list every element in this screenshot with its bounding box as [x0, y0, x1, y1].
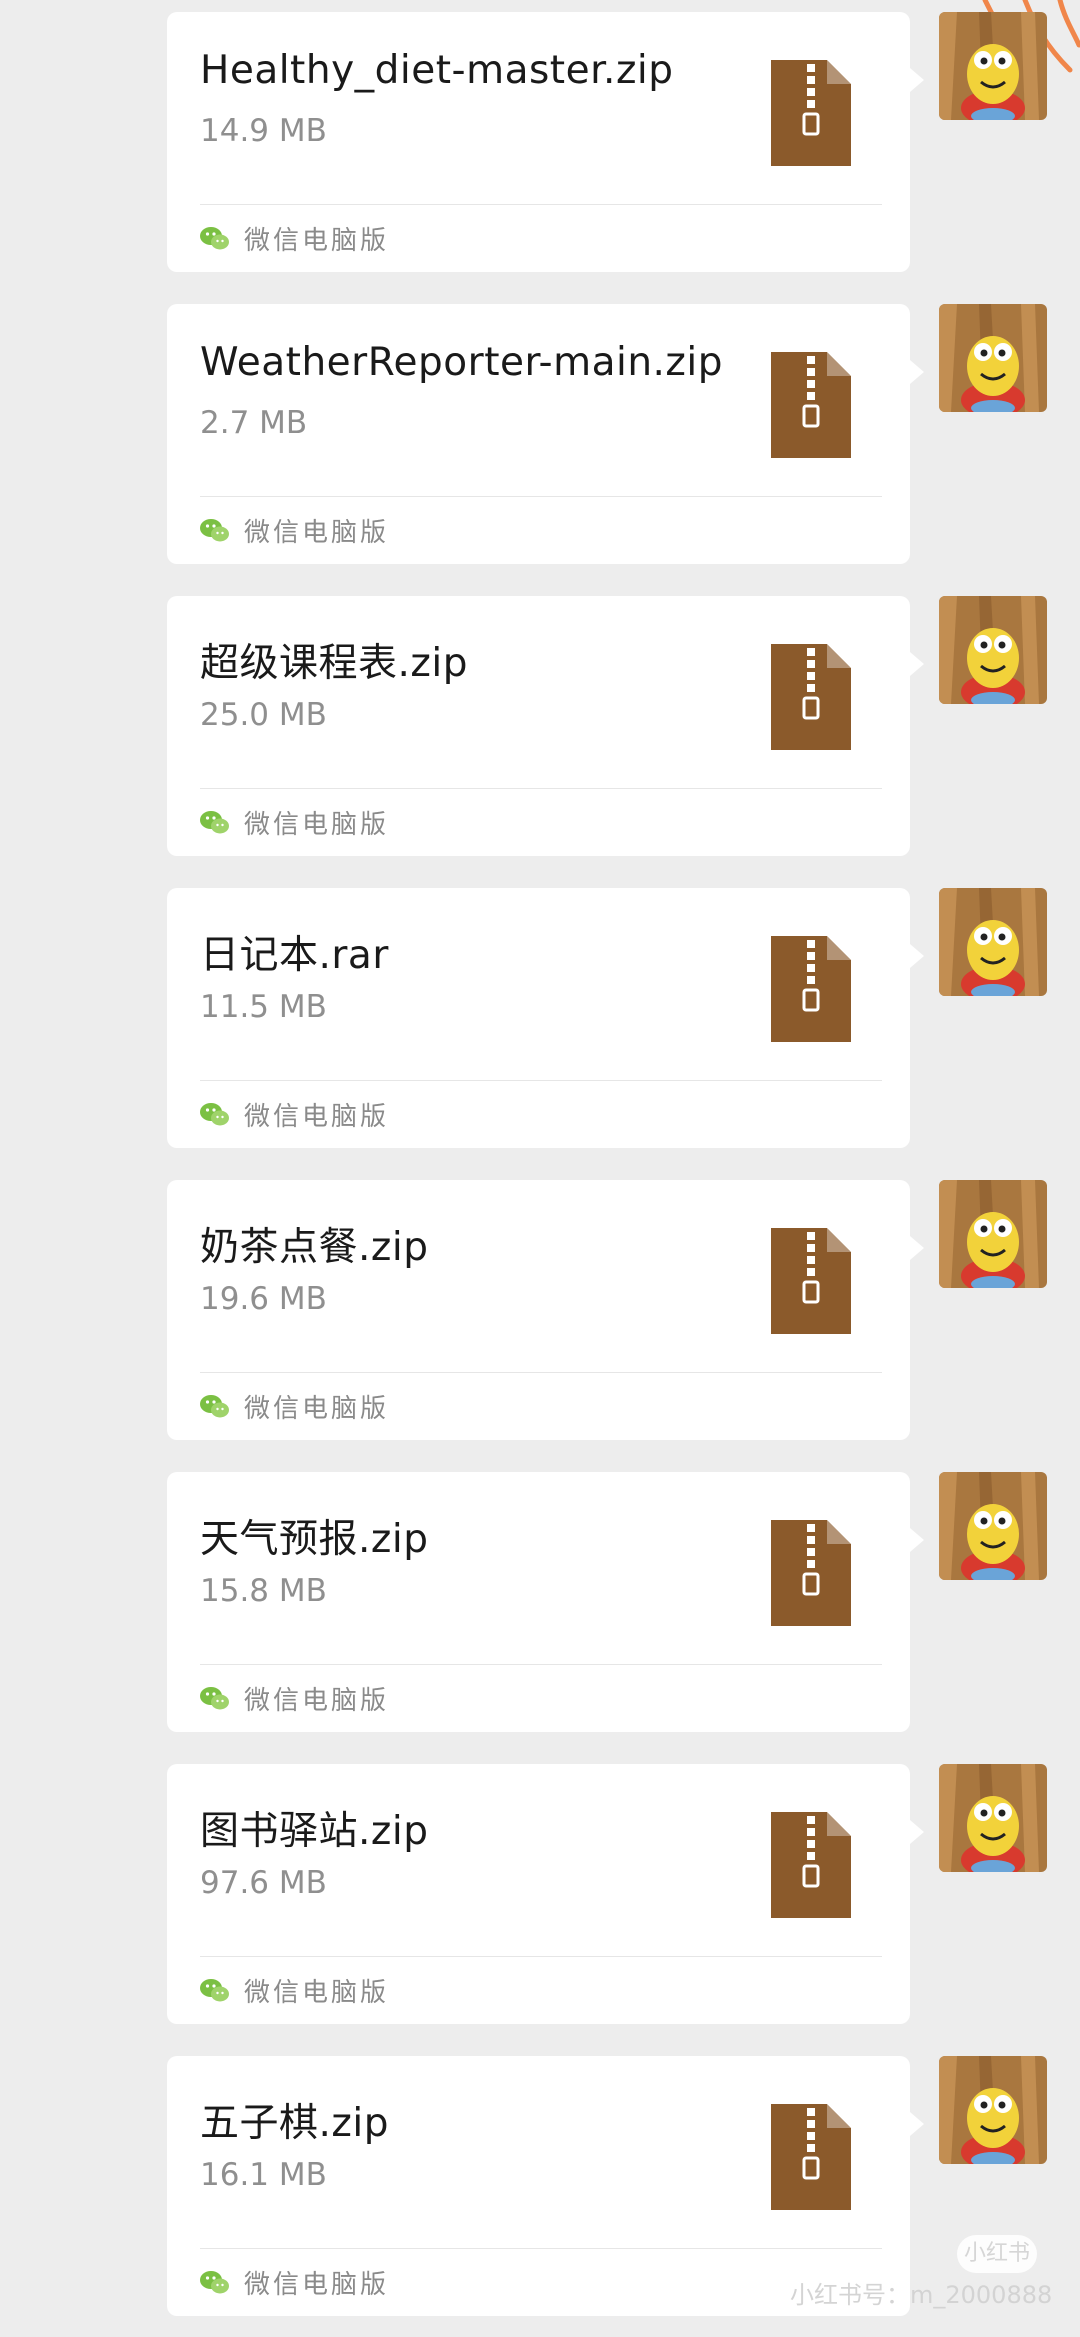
zip-file-icon — [771, 1520, 851, 1626]
wechat-icon — [200, 1687, 229, 1710]
source-row: 微信电脑版 — [200, 1972, 389, 2008]
source-row: 微信电脑版 — [200, 1388, 389, 1424]
file-size: 16.1 MB — [200, 2157, 327, 2193]
file-card[interactable]: 日记本.rar 11.5 MB 微信电脑版 — [167, 888, 924, 1148]
avatar-image — [939, 1180, 1047, 1288]
source-label: 微信电脑版 — [244, 2269, 390, 2300]
file-message[interactable]: 图书驿站.zip 97.6 MB 微信电脑版 — [0, 1764, 1080, 2024]
source-label: 微信电脑版 — [244, 1685, 390, 1716]
file-card[interactable]: WeatherReporter-main.zip 2.7 MB 微信电脑版 — [167, 304, 924, 564]
file-size: 97.6 MB — [200, 1865, 327, 1901]
card-divider — [200, 1372, 882, 1373]
avatar[interactable] — [939, 1764, 1047, 1872]
zip-file-icon — [771, 2104, 851, 2210]
watermark-id: 小红书号：m_2000888 — [790, 2281, 1053, 2309]
avatar[interactable] — [939, 304, 1047, 412]
file-name: 日记本.rar — [200, 933, 389, 978]
file-name: 图书驿站.zip — [200, 1809, 429, 1854]
file-message[interactable]: 超级课程表.zip 25.0 MB 微信电脑版 — [0, 596, 1080, 856]
file-card[interactable]: 超级课程表.zip 25.0 MB 微信电脑版 — [167, 596, 924, 856]
avatar-image — [939, 12, 1047, 120]
avatar[interactable] — [939, 12, 1047, 120]
avatar-image — [939, 1472, 1047, 1580]
zip-file-icon — [771, 1228, 851, 1334]
card-divider — [200, 2248, 882, 2249]
file-message[interactable]: WeatherReporter-main.zip 2.7 MB 微信电脑版 — [0, 304, 1080, 564]
avatar-image — [939, 596, 1047, 704]
card-divider — [200, 496, 882, 497]
file-name: 超级课程表.zip — [200, 641, 468, 686]
file-message[interactable]: 天气预报.zip 15.8 MB 微信电脑版 — [0, 1472, 1080, 1732]
file-name: 天气预报.zip — [200, 1517, 429, 1562]
source-row: 微信电脑版 — [200, 220, 389, 256]
file-card[interactable]: 图书驿站.zip 97.6 MB 微信电脑版 — [167, 1764, 924, 2024]
source-row: 微信电脑版 — [200, 804, 389, 840]
avatar-image — [939, 2056, 1047, 2164]
source-label: 微信电脑版 — [244, 1393, 390, 1424]
card-divider — [200, 1664, 882, 1665]
source-label: 微信电脑版 — [244, 809, 390, 840]
source-label: 微信电脑版 — [244, 517, 390, 548]
zip-file-icon — [771, 352, 851, 458]
wechat-icon — [200, 227, 229, 250]
card-divider — [200, 788, 882, 789]
source-row: 微信电脑版 — [200, 1680, 389, 1716]
wechat-icon — [200, 519, 229, 542]
avatar[interactable] — [939, 1180, 1047, 1288]
file-message[interactable]: 日记本.rar 11.5 MB 微信电脑版 — [0, 888, 1080, 1148]
file-message[interactable]: 奶茶点餐.zip 19.6 MB 微信电脑版 — [0, 1180, 1080, 1440]
zip-file-icon — [771, 60, 851, 166]
avatar-image — [939, 888, 1047, 996]
avatar[interactable] — [939, 596, 1047, 704]
file-size: 15.8 MB — [200, 1573, 327, 1609]
file-message[interactable]: Healthy_diet-master.zip 14.9 MB 微信电脑版 — [0, 12, 1080, 272]
source-row: 微信电脑版 — [200, 1096, 389, 1132]
file-card[interactable]: 奶茶点餐.zip 19.6 MB 微信电脑版 — [167, 1180, 924, 1440]
source-label: 微信电脑版 — [244, 225, 390, 256]
wechat-icon — [200, 2271, 229, 2294]
card-divider — [200, 1956, 882, 1957]
wechat-icon — [200, 1103, 229, 1126]
file-name: WeatherReporter-main.zip — [200, 340, 723, 385]
avatar[interactable] — [939, 2056, 1047, 2164]
file-size: 11.5 MB — [200, 989, 327, 1025]
source-row: 微信电脑版 — [200, 512, 389, 548]
source-label: 微信电脑版 — [244, 1977, 390, 2008]
zip-file-icon — [771, 644, 851, 750]
file-name: Healthy_diet-master.zip — [200, 48, 674, 93]
watermark-logo: 小红书 — [957, 2235, 1037, 2273]
wechat-icon — [200, 811, 229, 834]
avatar-image — [939, 1764, 1047, 1872]
source-label: 微信电脑版 — [244, 1101, 390, 1132]
file-name: 奶茶点餐.zip — [200, 1225, 429, 1270]
chat-message-list[interactable]: Healthy_diet-master.zip 14.9 MB 微信电脑版 We… — [0, 0, 1080, 2337]
file-name: 五子棋.zip — [200, 2101, 389, 2146]
file-card[interactable]: Healthy_diet-master.zip 14.9 MB 微信电脑版 — [167, 12, 924, 272]
avatar[interactable] — [939, 888, 1047, 996]
avatar-image — [939, 304, 1047, 412]
file-size: 2.7 MB — [200, 405, 308, 441]
wechat-icon — [200, 1395, 229, 1418]
file-size: 14.9 MB — [200, 113, 327, 149]
file-size: 25.0 MB — [200, 697, 327, 733]
source-row: 微信电脑版 — [200, 2264, 389, 2300]
file-card[interactable]: 天气预报.zip 15.8 MB 微信电脑版 — [167, 1472, 924, 1732]
avatar[interactable] — [939, 1472, 1047, 1580]
zip-file-icon — [771, 936, 851, 1042]
card-divider — [200, 1080, 882, 1081]
zip-file-icon — [771, 1812, 851, 1918]
wechat-icon — [200, 1979, 229, 2002]
file-size: 19.6 MB — [200, 1281, 327, 1317]
card-divider — [200, 204, 882, 205]
